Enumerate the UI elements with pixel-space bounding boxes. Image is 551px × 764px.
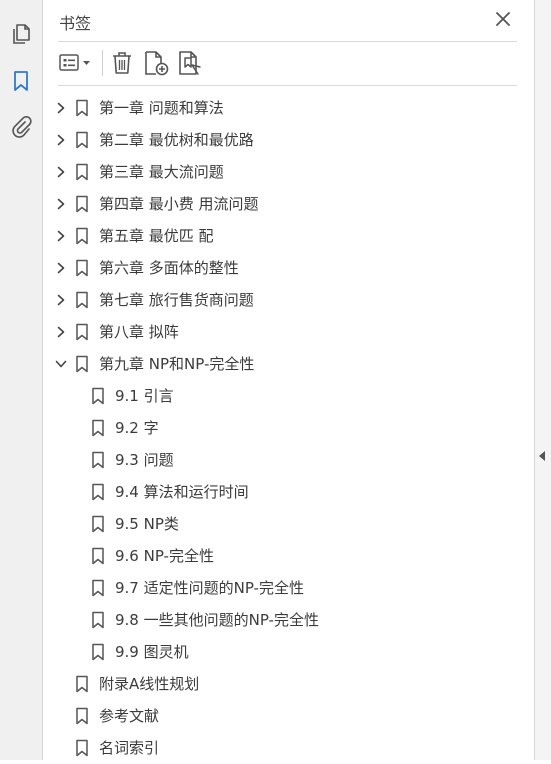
bookmark-item[interactable]: 第五章 最优匹 配: [44, 220, 534, 252]
bookmark-icon: [91, 483, 105, 501]
close-icon[interactable]: [493, 9, 513, 29]
bookmark-icon: [75, 131, 89, 149]
chevron-right-icon[interactable]: [52, 131, 70, 149]
bookmark-icon: [75, 195, 89, 213]
bookmark-icon: [91, 451, 105, 469]
bookmark-item[interactable]: 第三章 最大流问题: [44, 156, 534, 188]
bookmark-label: 9.8 一些其他问题的NP-完全性: [115, 611, 319, 629]
bookmark-label: 9.7 适定性问题的NP-完全性: [115, 579, 304, 597]
bookmark-icon: [75, 99, 89, 117]
bookmark-icon: [91, 579, 105, 597]
bookmark-label: 名词索引: [99, 739, 160, 757]
bookmark-item[interactable]: 参考文献: [44, 700, 534, 732]
bookmark-icon: [75, 323, 89, 341]
chevron-right-icon[interactable]: [52, 323, 70, 341]
bookmark-icon: [75, 739, 89, 757]
bookmark-item[interactable]: 9.3 问题: [44, 444, 534, 476]
bookmark-icon: [75, 291, 89, 309]
bookmark-item[interactable]: 第九章 NP和NP-完全性: [44, 348, 534, 380]
bookmark-icon: [75, 675, 89, 693]
chevron-right-icon[interactable]: [52, 227, 70, 245]
bookmark-icon: [91, 643, 105, 661]
bookmark-icon: [91, 611, 105, 629]
attachment-icon[interactable]: [8, 113, 34, 139]
pages-icon[interactable]: [8, 21, 34, 47]
bookmark-item[interactable]: 附录A线性规划: [44, 668, 534, 700]
bookmark-icon: [91, 547, 105, 565]
bookmark-icon: [75, 259, 89, 277]
delete-bookmark-icon: [113, 52, 131, 74]
bookmark-item[interactable]: 第四章 最小费 用流问题: [44, 188, 534, 220]
toolbar-separator: [102, 50, 103, 76]
bookmark-from-selection-button[interactable]: [177, 50, 203, 76]
bookmark-item[interactable]: 第六章 多面体的整性: [44, 252, 534, 284]
bookmark-label: 第五章 最优匹 配: [99, 227, 214, 245]
bookmark-label: 第三章 最大流问题: [99, 163, 224, 181]
bookmark-label: 9.6 NP-完全性: [115, 547, 214, 565]
panel-title: 书签: [59, 14, 92, 33]
bookmark-icon: [91, 515, 105, 533]
bookmark-item[interactable]: 第一章 问题和算法: [44, 92, 534, 124]
bookmark-label: 第六章 多面体的整性: [99, 259, 239, 277]
navigation-rail: [0, 0, 52, 760]
options-menu-button[interactable]: [58, 50, 94, 76]
bookmark-item[interactable]: 9.1 引言: [44, 380, 534, 412]
chevron-right-icon[interactable]: [52, 291, 70, 309]
bookmark-icon[interactable]: [8, 68, 52, 94]
bookmark-label: 附录A线性规划: [99, 675, 200, 693]
bookmark-label: 9.9 图灵机: [115, 643, 189, 661]
collapse-panel-icon[interactable]: [539, 451, 545, 461]
bookmark-item[interactable]: 9.7 适定性问题的NP-完全性: [44, 572, 534, 604]
bookmark-label: 第九章 NP和NP-完全性: [99, 355, 255, 373]
bookmark-label: 9.1 引言: [115, 387, 174, 405]
bookmark-item[interactable]: 第七章 旅行售货商问题: [44, 284, 534, 316]
options-menu-icon: [59, 54, 90, 71]
bookmark-item[interactable]: 9.5 NP类: [44, 508, 534, 540]
bookmark-icon: [91, 419, 105, 437]
bookmark-item[interactable]: 第二章 最优树和最优路: [44, 124, 534, 156]
bookmark-label: 第七章 旅行售货商问题: [99, 291, 254, 309]
bookmark-label: 第八章 拟阵: [99, 323, 179, 341]
bookmark-label: 第一章 问题和算法: [99, 99, 224, 117]
panel-splitter[interactable]: [534, 0, 551, 760]
bookmark-item[interactable]: 9.6 NP-完全性: [44, 540, 534, 572]
new-bookmark-button[interactable]: [142, 50, 170, 76]
bookmarks-panel: 书签 第一章 问题和算法 第二章 最优树和最优路 第三章 最大流问题 第四章 最…: [44, 0, 534, 760]
delete-bookmark-button[interactable]: [109, 50, 135, 76]
bookmark-icon: [75, 707, 89, 725]
chevron-right-icon[interactable]: [52, 259, 70, 277]
bookmark-label: 第二章 最优树和最优路: [99, 131, 254, 149]
divider: [58, 41, 517, 42]
chevron-down-icon[interactable]: [52, 355, 70, 373]
bookmark-icon: [91, 387, 105, 405]
bookmark-label: 参考文献: [99, 707, 160, 725]
bookmark-label: 9.5 NP类: [115, 515, 179, 533]
bookmark-label: 9.2 字: [115, 419, 159, 437]
bookmark-item[interactable]: 第八章 拟阵: [44, 316, 534, 348]
bookmark-icon: [75, 163, 89, 181]
bookmark-item[interactable]: 9.4 算法和运行时间: [44, 476, 534, 508]
new-bookmark-icon: [145, 51, 169, 76]
divider: [58, 85, 517, 86]
bookmark-item[interactable]: 9.9 图灵机: [44, 636, 534, 668]
bookmark-icon: [75, 227, 89, 245]
bookmark-item[interactable]: 9.8 一些其他问题的NP-完全性: [44, 604, 534, 636]
bookmark-icon: [75, 355, 89, 373]
bookmark-label: 9.4 算法和运行时间: [115, 483, 249, 501]
bookmark-from-selection-icon: [179, 51, 201, 75]
bookmark-label: 第四章 最小费 用流问题: [99, 195, 259, 213]
bookmark-item[interactable]: 名词索引: [44, 732, 534, 764]
bookmark-label: 9.3 问题: [115, 451, 174, 469]
chevron-right-icon[interactable]: [52, 195, 70, 213]
chevron-right-icon[interactable]: [52, 163, 70, 181]
chevron-right-icon[interactable]: [52, 99, 70, 117]
bookmark-item[interactable]: 9.2 字: [44, 412, 534, 444]
